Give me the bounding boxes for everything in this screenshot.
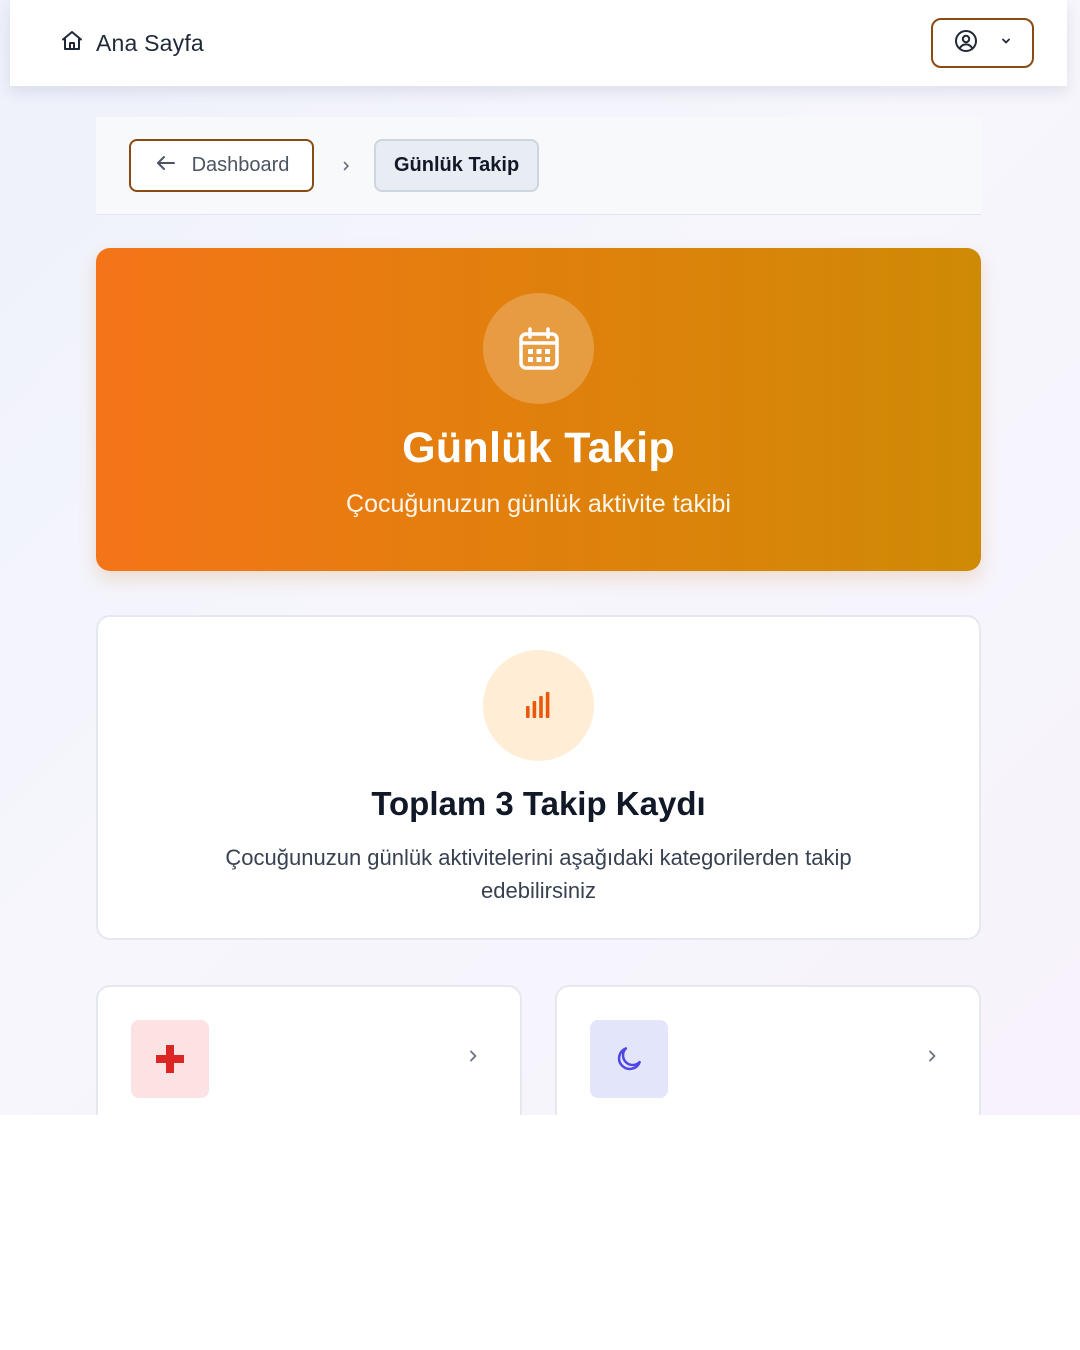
page-subtitle: Çocuğunuzun günlük aktivite takibi: [346, 490, 731, 518]
chevron-right-icon: [466, 1049, 480, 1068]
breadcrumb-current-page: Günlük Takip: [374, 139, 540, 192]
chevron-right-icon: [340, 160, 352, 172]
page-title: Günlük Takip: [402, 424, 675, 472]
hero-banner: Günlük Takip Çocuğunuzun günlük aktivite…: [96, 248, 981, 571]
breadcrumb-current-label: Günlük Takip: [394, 154, 520, 176]
medical-cross-icon: [131, 1020, 209, 1098]
home-icon: [60, 29, 84, 58]
user-menu-button[interactable]: [931, 18, 1034, 68]
arrow-left-icon: [154, 151, 178, 181]
category-card-health[interactable]: [96, 985, 522, 1115]
moon-icon: [590, 1020, 668, 1098]
category-card-sleep[interactable]: [555, 985, 981, 1115]
bar-chart-icon: [483, 650, 594, 761]
calendar-icon: [483, 293, 594, 404]
chevron-right-icon: [925, 1049, 939, 1068]
summary-title: Toplam 3 Takip Kaydı: [371, 785, 706, 822]
user-circle-icon: [954, 29, 978, 58]
dashboard-back-button[interactable]: Dashboard: [129, 139, 314, 192]
summary-card: Toplam 3 Takip Kaydı Çocuğunuzun günlük …: [96, 615, 981, 940]
home-link[interactable]: Ana Sayfa: [60, 29, 204, 58]
summary-description: Çocuğunuzun günlük aktivitelerini aşağıd…: [225, 845, 852, 903]
app-viewport: Ana Sayfa Dashboard Günlük Takip Günlük …: [0, 0, 1080, 1115]
chevron-down-icon: [1000, 34, 1012, 52]
breadcrumb: Dashboard Günlük Takip: [96, 117, 981, 215]
home-link-label: Ana Sayfa: [96, 29, 204, 56]
top-navigation: Ana Sayfa: [10, 0, 1067, 86]
dashboard-back-label: Dashboard: [191, 154, 290, 176]
